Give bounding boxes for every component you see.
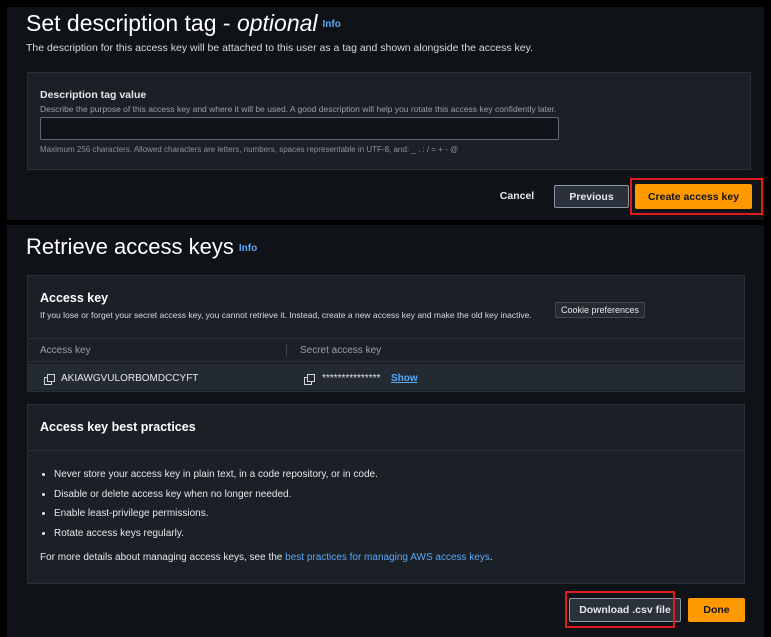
divider xyxy=(28,450,744,451)
secret-access-key-masked: *************** xyxy=(322,373,381,384)
best-practices-list: Never store your access key in plain tex… xyxy=(40,465,378,543)
download-csv-button[interactable]: Download .csv file xyxy=(569,598,681,622)
list-item: Disable or delete access key when no lon… xyxy=(54,485,378,505)
show-secret-link[interactable]: Show xyxy=(391,373,418,384)
retrieve-title: Retrieve access keys Info xyxy=(26,234,258,259)
list-item: Never store your access key in plain tex… xyxy=(54,465,378,485)
best-practices-more: For more details about managing access k… xyxy=(40,552,493,563)
cookie-preferences-button[interactable]: Cookie preferences xyxy=(555,302,646,318)
list-item: Enable least-privilege permissions. xyxy=(54,504,378,524)
column-header-secret-access-key: Secret access key xyxy=(300,345,382,356)
description-subtitle: The description for this access key will… xyxy=(26,42,533,54)
column-divider xyxy=(286,344,287,356)
description-title: Set description tag - optional Info xyxy=(26,10,341,36)
list-item: Rotate access keys regularly. xyxy=(54,524,378,544)
description-tag-input[interactable] xyxy=(40,117,559,140)
access-key-heading: Access key xyxy=(40,291,109,305)
create-access-key-button[interactable]: Create access key xyxy=(635,184,752,209)
info-link[interactable]: Info xyxy=(239,243,257,254)
optional-label: optional xyxy=(236,10,318,36)
table-header xyxy=(28,338,744,362)
best-practices-heading: Access key best practices xyxy=(40,420,196,434)
access-key-description: If you lose or forget your secret access… xyxy=(40,310,532,320)
best-practices-link[interactable]: best practices for managing AWS access k… xyxy=(285,552,490,563)
description-field-label: Description tag value xyxy=(40,89,147,101)
done-button[interactable]: Done xyxy=(688,598,745,622)
copy-icon[interactable] xyxy=(44,374,55,385)
description-field-hint: Describe the purpose of this access key … xyxy=(40,104,557,114)
info-link[interactable]: Info xyxy=(323,19,341,30)
copy-icon[interactable] xyxy=(304,374,315,385)
previous-button[interactable]: Previous xyxy=(554,185,629,208)
cancel-button[interactable]: Cancel xyxy=(493,187,541,205)
description-field-constraint: Maximum 256 characters. Allowed characte… xyxy=(40,145,459,154)
column-header-access-key: Access key xyxy=(40,345,91,356)
access-key-value: AKIAWGVULORBOMDCCYFT xyxy=(61,373,199,384)
